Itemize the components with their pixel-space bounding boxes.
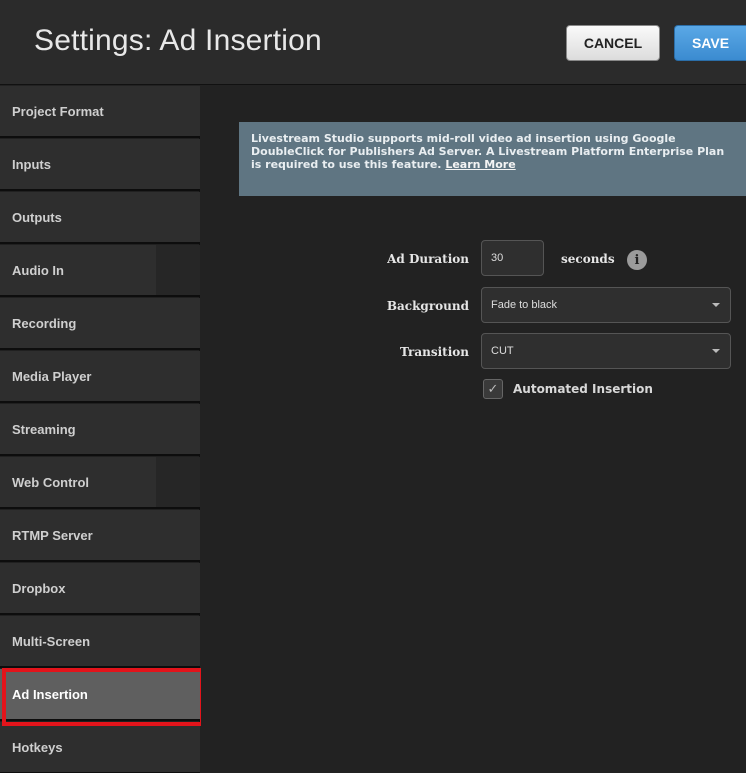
sidebar-item-label: RTMP Server [12, 527, 93, 543]
sidebar-item-label: Web Control [12, 474, 90, 490]
sidebar-item-label: Streaming [12, 421, 76, 437]
sidebar-item-label: Project Format [12, 103, 104, 119]
sidebar-item-ad-insertion[interactable]: Ad Insertion [0, 669, 200, 721]
sidebar-item-project-format[interactable]: Project Format [0, 86, 200, 138]
background-label: Background [386, 299, 469, 313]
seconds-label: seconds [561, 252, 615, 266]
sidebar-item-streaming[interactable]: Streaming [0, 404, 200, 456]
settings-sidebar: Project Format Inputs Outputs Audio In R… [0, 86, 200, 773]
sidebar-item-rtmp-server[interactable]: RTMP Server [0, 510, 200, 562]
sidebar-item-label: Audio In [12, 262, 64, 278]
automated-insertion-label: Automated Insertion [513, 382, 653, 396]
sidebar-item-notch [156, 457, 200, 507]
save-button[interactable]: SAVE [674, 25, 746, 61]
sidebar-item-label: Dropbox [12, 580, 66, 596]
header: Settings: Ad Insertion CANCEL SAVE [0, 0, 746, 85]
transition-label: Transition [399, 345, 469, 359]
info-icon[interactable]: i [627, 250, 647, 270]
sidebar-item-label: Recording [12, 315, 77, 331]
transition-select[interactable]: CUT [481, 333, 731, 369]
transition-select-value: CUT [491, 345, 514, 357]
sidebar-item-outputs[interactable]: Outputs [0, 192, 200, 244]
ad-duration-label: Ad Duration [387, 252, 469, 266]
sidebar-item-label: Hotkeys [12, 739, 63, 755]
page-title: Settings: Ad Insertion [34, 24, 322, 57]
sidebar-item-label: Outputs [12, 209, 62, 225]
sidebar-item-label: Multi-Screen [12, 633, 91, 649]
sidebar-item-label: Ad Insertion [12, 686, 88, 702]
sidebar-item-recording[interactable]: Recording [0, 298, 200, 350]
learn-more-link[interactable]: Learn More [445, 158, 515, 171]
settings-content: Livestream Studio supports mid-roll vide… [201, 86, 746, 773]
sidebar-item-dropbox[interactable]: Dropbox [0, 563, 200, 615]
sidebar-item-hotkeys[interactable]: Hotkeys [0, 722, 200, 773]
automated-insertion-checkbox[interactable]: ✓ [483, 379, 503, 399]
sidebar-item-media-player[interactable]: Media Player [0, 351, 200, 403]
chevron-down-icon [712, 349, 720, 353]
background-select[interactable]: Fade to black [481, 287, 731, 323]
sidebar-item-web-control[interactable]: Web Control [0, 457, 200, 509]
sidebar-item-label: Inputs [12, 156, 51, 172]
chevron-down-icon [712, 303, 720, 307]
ad-duration-input[interactable]: 30 [481, 240, 544, 276]
cancel-button[interactable]: CANCEL [566, 25, 660, 61]
sidebar-item-inputs[interactable]: Inputs [0, 139, 200, 191]
sidebar-item-notch [156, 245, 200, 295]
sidebar-item-audio-in[interactable]: Audio In [0, 245, 200, 297]
background-select-value: Fade to black [491, 299, 558, 311]
sidebar-item-multi-screen[interactable]: Multi-Screen [0, 616, 200, 668]
info-banner: Livestream Studio supports mid-roll vide… [239, 122, 746, 196]
sidebar-item-label: Media Player [12, 368, 92, 384]
